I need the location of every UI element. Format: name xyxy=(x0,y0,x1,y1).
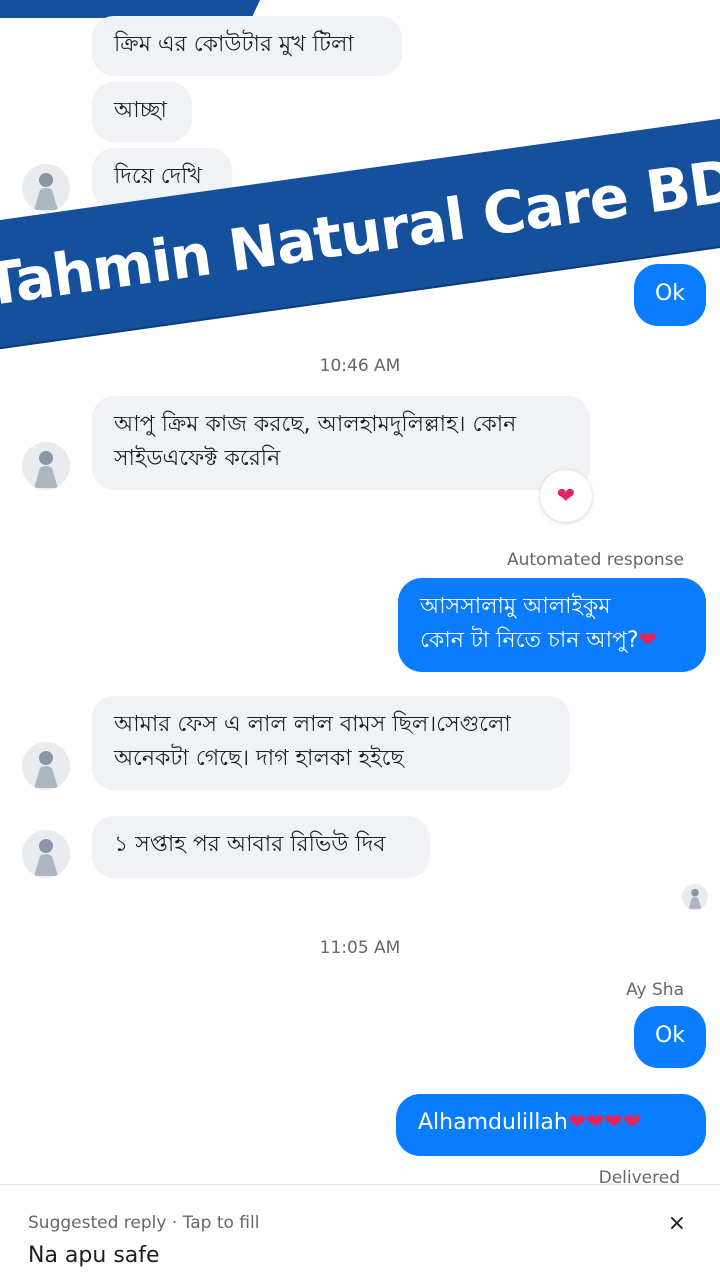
message-text: Alhamdulillah xyxy=(418,1110,568,1135)
message-text-line: সাইডএফেক্ট করেনি xyxy=(114,446,281,471)
heart-icon: ❤ xyxy=(638,628,658,653)
heart-icon: ❤ xyxy=(556,483,576,509)
user-avatar-icon[interactable] xyxy=(22,830,70,878)
timestamp: 10:46 AM xyxy=(319,356,401,376)
message-text-line: আমার ফেস এ লাল লাল বামস ছিল।সেগুলো xyxy=(114,712,511,737)
message-text-line: কোন টা নিতে চান আপু? xyxy=(420,628,639,653)
incoming-message[interactable]: ১ সপ্তাহ পর আবার রিভিউ দিব xyxy=(92,816,430,878)
timestamp: 11:05 AM xyxy=(319,938,401,958)
heart-icon: ❤❤❤❤ xyxy=(567,1110,642,1135)
suggested-reply-label: Suggested reply · Tap to fill xyxy=(28,1213,260,1233)
close-icon[interactable]: × xyxy=(668,1211,686,1236)
message-text: ১ সপ্তাহ পর আবার রিভিউ দিব xyxy=(114,832,386,857)
message-text-line: অনেকটা গেছে। দাগ হালকা হইছে xyxy=(114,746,404,771)
incoming-message[interactable]: আচ্ছা xyxy=(92,82,192,142)
message-text-line: আপু ক্রিম কাজ করছে, আলহামদুলিল্লাহ। কোন xyxy=(114,412,517,437)
read-receipt-avatar-icon xyxy=(682,884,708,910)
automated-response-label: Automated response xyxy=(507,550,684,570)
sender-name: Ay Sha xyxy=(626,980,684,1000)
outgoing-message[interactable]: আসসালামু আলাইকুম কোন টা নিতে চান আপু?❤ xyxy=(398,578,706,672)
outgoing-message[interactable]: Ok xyxy=(634,1006,706,1068)
suggested-reply-text[interactable]: Na apu safe xyxy=(28,1243,160,1268)
message-text: দিয়ে দেখি xyxy=(114,164,202,189)
message-text: ক্রিম এর কোউটার মুখ টিলা xyxy=(114,32,354,57)
user-avatar-icon[interactable] xyxy=(22,164,70,212)
message-text: আচ্ছা xyxy=(114,98,167,123)
suggested-reply-panel[interactable]: Suggested reply · Tap to fill Na apu saf… xyxy=(0,1184,720,1281)
incoming-message[interactable]: আমার ফেস এ লাল লাল বামস ছিল।সেগুলো অনেকট… xyxy=(92,696,570,790)
message-text: Ok xyxy=(654,1023,686,1048)
incoming-message[interactable]: আপু ক্রিম কাজ করছে, আলহামদুলিল্লাহ। কোন … xyxy=(92,396,590,490)
incoming-message[interactable]: ক্রিম এর কোউটার মুখ টিলা xyxy=(92,16,402,76)
message-text: Ok xyxy=(654,281,686,306)
heart-reaction[interactable]: ❤ xyxy=(540,470,592,522)
user-avatar-icon[interactable] xyxy=(22,742,70,790)
outgoing-message[interactable]: Alhamdulillah❤❤❤❤ xyxy=(396,1094,706,1156)
message-text-line: আসসালামু আলাইকুম xyxy=(420,594,611,619)
user-avatar-icon[interactable] xyxy=(22,442,70,490)
outgoing-message[interactable]: Ok xyxy=(634,264,706,326)
